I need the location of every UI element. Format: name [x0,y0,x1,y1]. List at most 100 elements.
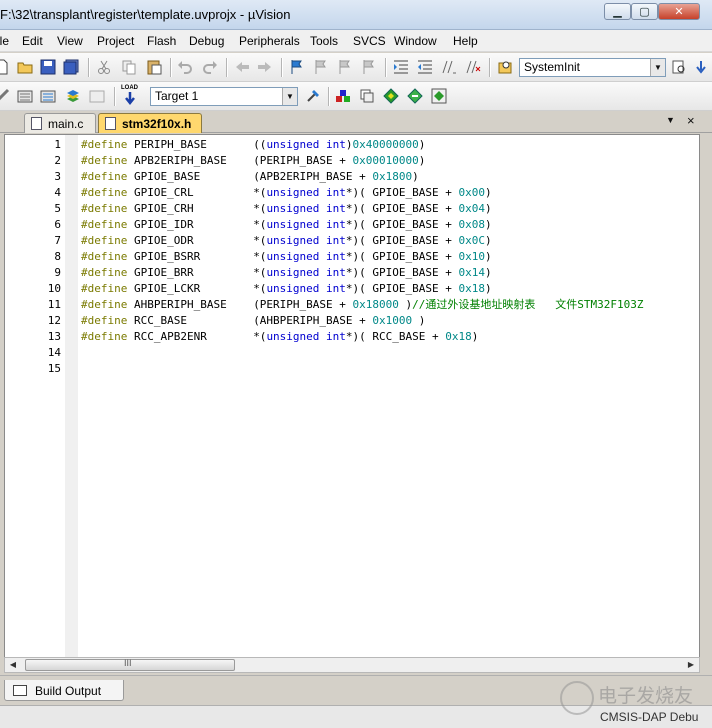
toolbar-separator [226,58,227,77]
redo-icon[interactable] [202,59,218,75]
menu-debug[interactable]: Debug [189,34,224,48]
code-text: #define AHBPERIPH_BASE (PERIPH_BASE + 0x… [81,297,643,313]
stop-build-icon[interactable] [89,88,105,104]
code-token: 0x18000 [352,298,399,311]
comment-icon[interactable] [441,59,457,75]
code-token: unsigned int [266,186,346,199]
line-number: 4 [54,186,61,199]
file-extensions-icon[interactable] [359,88,375,104]
scrollbar-thumb[interactable]: III [25,658,235,671]
chevron-down-icon[interactable]: ▼ [650,59,665,76]
unindent-icon[interactable] [417,59,433,75]
code-line: 10 #define GPIOE_LCKR *(unsigned int*)( G… [5,281,699,297]
clear-bookmarks-icon[interactable] [361,59,377,75]
menu-flash[interactable]: Flash [147,34,176,48]
line-number: 11 [47,298,61,311]
close-tab-icon[interactable]: × [687,113,695,128]
code-token: *)( GPIOE_BASE + [345,186,459,199]
code-token: ) [471,330,479,343]
code-token: *)( GPIOE_BASE + [345,202,459,215]
tab-main-c[interactable]: main.c [24,113,96,133]
code-text: #define GPIOE_ODR *(unsigned int*)( GPIO… [81,233,492,249]
target-combo[interactable]: Target 1 ▼ [150,87,298,106]
code-token: ) [418,154,426,167]
tab-list-dropdown-icon[interactable]: ▼ [666,115,675,125]
code-line: 13 #define RCC_APB2ENR *(unsigned int*)( … [5,329,699,345]
tab-label: main.c [48,117,84,131]
menu-edit[interactable]: Edit [22,34,43,48]
code-token: 0x0C [458,234,486,247]
load-button[interactable]: LOAD [120,85,140,107]
menu-help[interactable]: Help [453,34,478,48]
rebuild-icon[interactable] [40,88,56,104]
menu-view[interactable]: View [57,34,83,48]
manage-components-icon[interactable] [335,88,351,104]
file-icon [31,117,42,130]
minimize-button[interactable]: ▁ [604,3,631,20]
function-combo[interactable]: SystemInit ▼ [519,58,666,77]
bookmark-icon[interactable] [289,59,305,75]
navigate-back-icon[interactable] [234,59,250,75]
scroll-left-icon[interactable]: ◀ [5,658,21,672]
menu-file[interactable]: ile [0,34,9,48]
line-number: 12 [47,314,61,327]
uncomment-icon[interactable] [465,59,481,75]
horizontal-scrollbar[interactable]: ◀ III ▶ [4,657,700,673]
open-folder-icon[interactable] [17,59,33,75]
cut-icon[interactable] [96,59,112,75]
code-token: unsigned int [266,250,346,263]
pack-installer-icon[interactable] [407,88,423,104]
next-bookmark-icon[interactable] [337,59,353,75]
indent-icon[interactable] [393,59,409,75]
tab-build-output[interactable]: Build Output [4,680,124,701]
menu-project[interactable]: Project [97,34,134,48]
scroll-right-icon[interactable]: ▶ [683,658,699,672]
code-token: APB2ERIPH_BASE (PERIPH_BASE + [127,154,353,167]
save-all-icon[interactable] [63,59,79,75]
code-line: 7 #define GPIOE_ODR *(unsigned int*)( GPI… [5,233,699,249]
prev-bookmark-icon[interactable] [313,59,329,75]
tab-stm32f10x-h[interactable]: stm32f10x.h [98,113,202,133]
pack-installer-download-icon[interactable] [431,88,447,104]
download-arrow-icon[interactable] [693,59,709,75]
menu-tools[interactable]: Tools [310,34,338,48]
maximize-button[interactable]: ▢ [631,3,658,20]
code-token: 0x1000 [372,314,413,327]
find-icon[interactable] [671,59,687,75]
code-token: RCC_APB2ENR *( [127,330,267,343]
find-in-files-icon[interactable] [497,59,513,75]
select-software-packs-icon[interactable] [383,88,399,104]
code-token: GPIOE_BASE (APB2ERIPH_BASE + [127,170,373,183]
save-icon[interactable] [40,59,56,75]
code-line: 15 [5,361,699,377]
line-number: 3 [54,170,61,183]
navigate-forward-icon[interactable] [257,59,273,75]
batch-build-icon[interactable] [65,88,81,104]
menu-window[interactable]: Window [394,34,437,48]
paste-icon[interactable] [146,59,162,75]
code-token: #define [81,234,128,247]
code-token: //通过外设基地址映射表 文件STM32F103Z [412,298,644,311]
build-icon[interactable] [17,88,33,104]
undo-icon[interactable] [177,59,193,75]
chevron-down-icon[interactable]: ▼ [282,88,297,105]
menu-peripherals[interactable]: Peripherals [239,34,300,48]
code-text: #define GPIOE_LCKR *(unsigned int*)( GPI… [81,281,492,297]
target-options-icon[interactable] [305,88,321,104]
copy-icon[interactable] [121,59,137,75]
code-token: #define [81,202,128,215]
code-editor[interactable]: 1 #define PERIPH_BASE ((unsigned int)0x40… [4,134,700,658]
code-token: unsigned int [266,266,346,279]
file-toolbar: SystemInit ▼ [0,53,712,82]
close-button[interactable]: ✕ [658,3,700,20]
line-number: 7 [54,234,61,247]
target-combo-value: Target 1 [155,89,199,103]
menu-svcs[interactable]: SVCS [353,34,386,48]
translate-icon[interactable] [0,88,10,104]
toolbar-separator [170,58,171,77]
code-token: 0x18 [458,282,486,295]
toolbar-separator [281,58,282,77]
line-number: 9 [54,266,61,279]
new-file-icon[interactable] [0,59,10,75]
code-token: ) [485,234,492,247]
